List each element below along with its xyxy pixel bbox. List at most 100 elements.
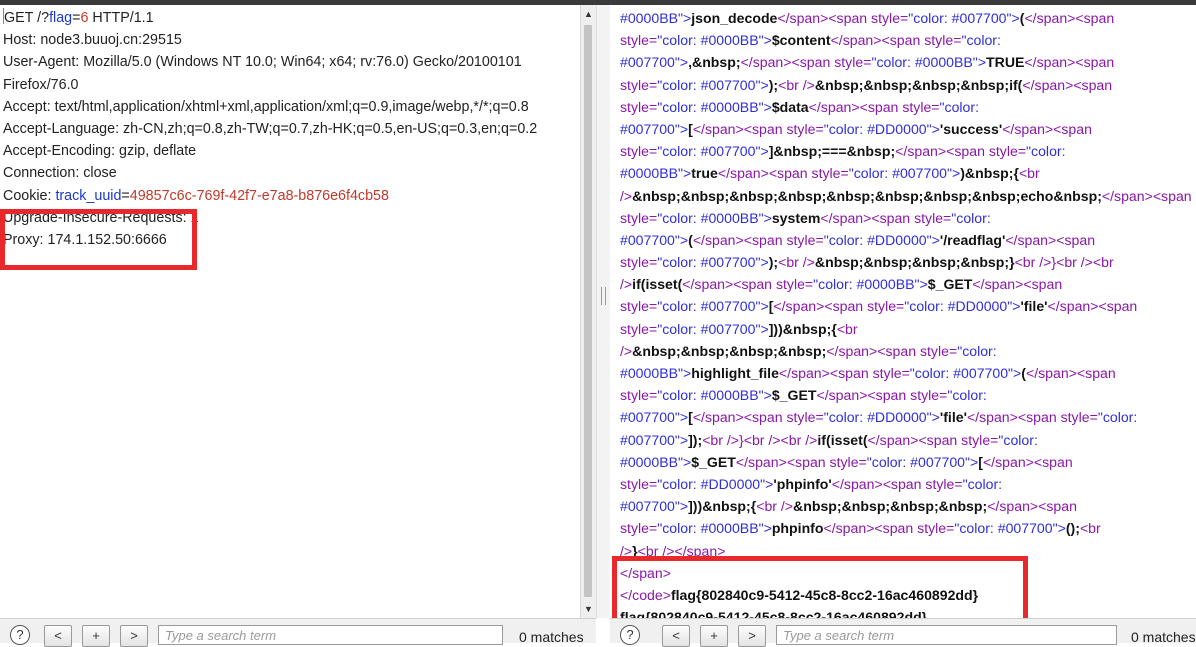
search-add-button[interactable]: + <box>700 625 728 647</box>
response-token: style <box>620 32 649 49</box>
response-token: highlight_file <box>691 365 779 381</box>
response-line: #0000BB">true</span><span style="color: … <box>620 162 1196 184</box>
response-token: </span><span <box>692 231 787 248</box>
response-token: </span><span <box>692 409 787 426</box>
search-next-button[interactable]: > <box>738 625 766 647</box>
response-token: </span><span <box>1005 231 1096 248</box>
response-line: />if(isset(</span><span style="color: #0… <box>620 273 1196 295</box>
response-token: = <box>1017 143 1027 160</box>
response-token: #0000BB"> <box>620 365 692 381</box>
response-token: system <box>771 209 821 226</box>
response-line: style="color: #007700">);<br />&nbsp;&nb… <box>620 251 1196 273</box>
response-line: </code>flag{802840c9-5412-45c8-8cc2-16ac… <box>620 584 1196 606</box>
response-token: style <box>961 431 991 448</box>
response-token: style <box>1060 409 1090 426</box>
response-token: #007700"> <box>620 54 689 71</box>
response-token: </span> <box>620 564 671 581</box>
response-token: style <box>620 520 649 537</box>
response-token: style <box>867 298 897 315</box>
response-token: style <box>919 342 949 359</box>
response-token: style <box>829 453 859 470</box>
scroll-down-icon[interactable]: ▼ <box>581 602 596 616</box>
response-line: style="color: #007700">[</span><span sty… <box>620 295 1196 317</box>
response-token: $_GET <box>771 387 817 404</box>
response-token: TRUE <box>986 54 1025 71</box>
response-token: <br <box>836 320 858 337</box>
response-token: 'file' <box>939 409 967 426</box>
response-token: flag{802840c9-5412-45c8-8cc2-16ac460892d… <box>670 586 979 603</box>
response-token: "color: <box>1097 409 1138 426</box>
response-token: #007700"> <box>620 120 689 137</box>
response-token: <br />}<br /><br <box>1014 254 1114 271</box>
response-token: ]))&nbsp;{ <box>768 320 837 337</box>
response-token: </span><span <box>830 32 925 49</box>
response-token: = <box>815 120 824 137</box>
response-token: = <box>901 365 910 381</box>
response-token: </span><span <box>717 165 812 182</box>
response-token: = <box>931 98 940 115</box>
response-token: "color: #DD0000"> <box>823 120 940 137</box>
response-viewer[interactable]: #0000BB">json_decode</span><span style="… <box>610 5 1196 618</box>
scroll-thumb[interactable] <box>584 25 592 597</box>
request-method: GET <box>4 10 34 26</box>
response-token: = <box>648 254 658 271</box>
response-token: <br /></span> <box>637 542 726 559</box>
request-editor[interactable]: GET /?flag=6 HTTP/1.1 Host: node3.buuoj.… <box>0 5 580 618</box>
search-next-button[interactable]: > <box>120 625 148 647</box>
response-token: </span><span <box>987 498 1077 515</box>
response-token: <br /> <box>756 498 794 515</box>
response-line: #007700">[</span><span style="color: #DD… <box>620 406 1196 428</box>
header-cookie: Cookie: track_uuid=49857c6c-769f-42f7-e7… <box>3 185 580 207</box>
response-token: = <box>648 76 658 93</box>
response-token: </span><span <box>831 475 926 492</box>
search-input[interactable]: Type a search term <box>158 625 503 645</box>
response-token: &nbsp;&nbsp;&nbsp;&nbsp;if( <box>814 76 1023 93</box>
response-line: #007700">[</span><span style="color: #DD… <box>620 118 1196 140</box>
response-search-bar: ? < + > Type a search term 0 matches <box>610 618 1196 647</box>
response-token: </span><span <box>692 120 787 137</box>
response-line: style="color: #007700">]))&nbsp;{<br <box>620 318 1196 340</box>
response-token: style <box>786 409 816 426</box>
search-prev-button[interactable]: < <box>662 625 690 647</box>
response-token: "color: #007700"> <box>866 453 979 470</box>
header-user-agent: User-Agent: Mozilla/5.0 (Windows NT 10.0… <box>3 54 522 71</box>
pane-splitter[interactable] <box>596 5 611 618</box>
response-token: /> <box>620 187 633 204</box>
search-input[interactable]: Type a search term <box>776 625 1117 645</box>
response-token: "color: #0000BB"> <box>871 54 987 71</box>
response-line: style="color: #0000BB">$content</span><s… <box>620 29 1196 51</box>
search-add-button[interactable]: + <box>82 625 110 647</box>
help-icon[interactable]: ? <box>620 625 640 645</box>
response-token: style <box>902 98 932 115</box>
response-token: 'file' <box>1020 298 1048 315</box>
response-token: #007700"> <box>620 409 689 426</box>
response-token: </span><span <box>740 54 835 71</box>
response-token: <br <box>1079 520 1101 537</box>
response-token: "color: <box>939 98 979 115</box>
response-token: "color: #007700"> <box>909 365 1022 381</box>
response-token: ); <box>768 254 779 271</box>
response-line: flag{802840c9-5412-45c8-8cc2-16ac460892d… <box>620 606 1196 618</box>
response-token: '/readflag' <box>939 231 1006 248</box>
search-prev-button[interactable]: < <box>44 625 72 647</box>
response-token: "color: #007700"> <box>848 165 961 182</box>
response-token: "color: #DD0000"> <box>823 409 940 426</box>
response-token: <br /> <box>778 254 815 271</box>
response-token: style <box>872 365 902 381</box>
response-token: <br <box>1018 165 1040 182</box>
response-token: style <box>620 76 649 93</box>
scroll-up-icon[interactable]: ▲ <box>581 7 596 21</box>
response-token: $content <box>771 32 831 49</box>
response-token: </span><span <box>966 409 1061 426</box>
help-icon[interactable]: ? <box>10 625 30 645</box>
request-line: GET /?flag=6 HTTP/1.1 <box>3 7 580 29</box>
response-line: #0000BB">highlight_file</span><span styl… <box>620 362 1196 384</box>
response-token: #0000BB"> <box>620 10 692 26</box>
response-token: "color: #007700"> <box>657 298 769 315</box>
response-token: #007700"> <box>620 498 689 515</box>
response-token: &nbsp;&nbsp;&nbsp;&nbsp;} <box>814 254 1015 271</box>
response-token: style <box>925 475 955 492</box>
response-line: />}<br /></span> <box>620 540 1196 562</box>
header-accept: Accept: text/html,application/xhtml+xml,… <box>3 98 529 115</box>
request-scrollbar[interactable]: ▲ ▼ <box>580 5 596 618</box>
